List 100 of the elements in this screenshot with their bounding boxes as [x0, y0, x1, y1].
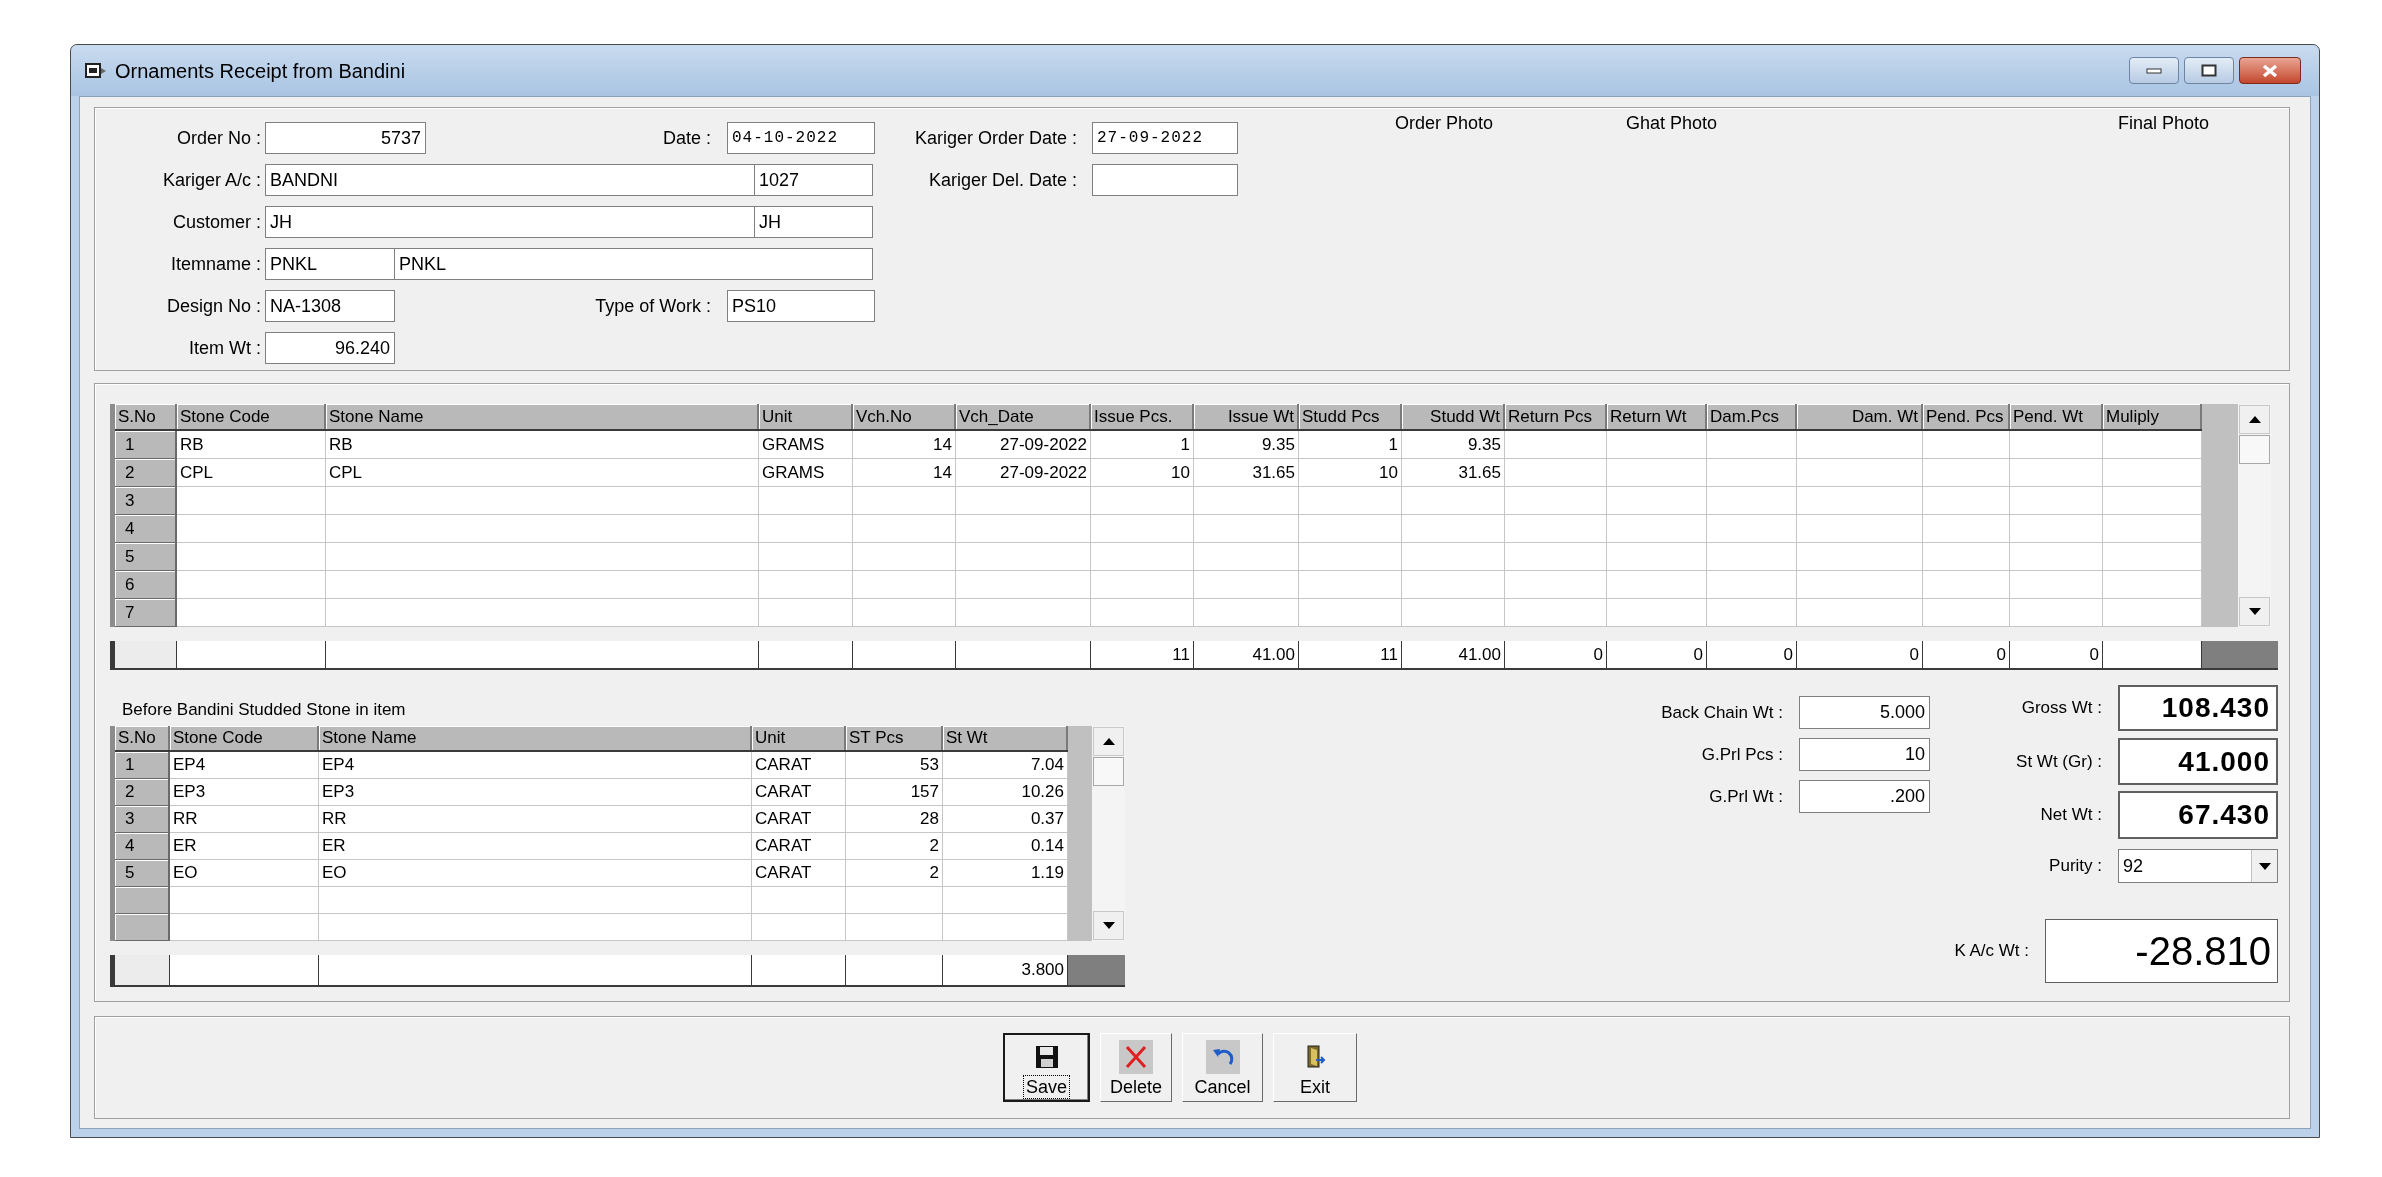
order-number-field[interactable]: 5737: [265, 122, 426, 154]
scroll-up-button[interactable]: [1093, 727, 1124, 756]
table-cell: RR: [319, 806, 752, 833]
row-number: 1: [115, 752, 170, 779]
table-cell: 10: [1091, 459, 1194, 487]
table-cell: 14: [853, 431, 956, 459]
scrollbar[interactable]: [2238, 404, 2271, 627]
maximize-button[interactable]: [2184, 57, 2234, 84]
scroll-down-button[interactable]: [2239, 597, 2270, 626]
table-cell: 1: [1091, 431, 1194, 459]
minimize-icon: [2146, 67, 2162, 74]
column-header[interactable]: ST Pcs: [846, 726, 943, 750]
column-header[interactable]: Stone Code: [177, 404, 326, 429]
total-cell: 41.00: [1194, 641, 1299, 668]
close-icon: [2261, 63, 2279, 78]
dropdown-arrow-icon: [2258, 862, 2271, 870]
column-header[interactable]: Stone Code: [170, 726, 319, 750]
type-of-work-field[interactable]: PS10: [727, 290, 875, 322]
kariger-account-field[interactable]: BANDNI: [265, 164, 755, 196]
scrollbar[interactable]: [1092, 726, 1125, 941]
kariger-order-date-field[interactable]: 27-09-2022: [1092, 122, 1238, 154]
table-cell: CARAT: [752, 752, 846, 779]
maximize-icon: [2201, 64, 2217, 77]
weight-field[interactable]: 5.000: [1799, 696, 1930, 729]
grid-corner: [1068, 955, 1125, 985]
column-header[interactable]: Dam. Wt: [1797, 404, 1923, 429]
column-header[interactable]: Issue Wt: [1194, 404, 1299, 429]
table-cell: RR: [170, 806, 319, 833]
table-cell: EO: [170, 860, 319, 887]
column-header[interactable]: Studd Pcs: [1299, 404, 1402, 429]
column-header[interactable]: Studd Wt: [1402, 404, 1505, 429]
table-cell: EP3: [170, 779, 319, 806]
column-header[interactable]: Return Wt: [1607, 404, 1707, 429]
gross-weight-field[interactable]: 108.430: [2118, 685, 2278, 731]
table-cell: CARAT: [752, 806, 846, 833]
item-name-field[interactable]: PNKL: [395, 248, 873, 280]
total-cell: 0: [1607, 641, 1707, 668]
kariger-delivery-date-field[interactable]: [1092, 164, 1238, 196]
table-cell: EO: [319, 860, 752, 887]
field-label: Purity :: [2049, 855, 2102, 878]
row-number: 5: [115, 860, 170, 887]
column-header[interactable]: St Wt: [943, 726, 1068, 750]
column-header[interactable]: Return Pcs: [1505, 404, 1607, 429]
column-header[interactable]: Dam.Pcs: [1707, 404, 1797, 429]
field-label: G.Prl Wt :: [1708, 785, 1783, 808]
column-header[interactable]: Pend. Wt: [2010, 404, 2103, 429]
scroll-thumb[interactable]: [1093, 757, 1124, 786]
column-header[interactable]: S.No: [115, 726, 170, 750]
table-cell: 27-09-2022: [956, 459, 1091, 487]
close-button[interactable]: [2239, 57, 2301, 84]
column-header[interactable]: Muliply: [2103, 404, 2202, 429]
column-header[interactable]: Unit: [752, 726, 846, 750]
table-cell: ER: [319, 833, 752, 860]
scroll-down-button[interactable]: [1093, 911, 1124, 940]
row-number: 4: [115, 515, 177, 543]
scroll-up-button[interactable]: [2239, 405, 2270, 434]
down-arrow-icon: [2248, 608, 2261, 615]
total-cell: 0: [1707, 641, 1797, 668]
column-header[interactable]: Issue Pcs.: [1091, 404, 1194, 429]
weight-field[interactable]: .200: [1799, 780, 1930, 813]
field-label: Back Chain Wt :: [1660, 701, 1783, 724]
purity-dropdown[interactable]: 92: [2118, 849, 2278, 883]
table-cell: 2: [846, 833, 943, 860]
karigar-account-weight-field[interactable]: -28.810: [2045, 919, 2278, 983]
column-header[interactable]: Unit: [759, 404, 853, 429]
row-number: 5: [115, 543, 177, 571]
total-cell: 0: [2010, 641, 2103, 668]
column-header[interactable]: Vch_Date: [956, 404, 1091, 429]
column-header[interactable]: Vch.No: [853, 404, 956, 429]
delete-button[interactable]: Delete: [1100, 1033, 1172, 1102]
column-header[interactable]: Pend. Pcs: [1923, 404, 2010, 429]
field-label: Gross Wt :: [2021, 697, 2102, 720]
date-field[interactable]: 04-10-2022: [727, 122, 875, 154]
minimize-button[interactable]: [2129, 57, 2179, 84]
item-code-field[interactable]: PNKL: [265, 248, 395, 280]
window-title: Ornaments Receipt from Bandini: [115, 58, 406, 84]
table-cell: 9.35: [1194, 431, 1299, 459]
customer-field[interactable]: JH: [265, 206, 755, 238]
column-header[interactable]: Stone Name: [319, 726, 752, 750]
save-button[interactable]: Save: [1003, 1033, 1090, 1102]
net-weight-field[interactable]: 67.430: [2118, 791, 2278, 839]
table-cell: 9.35: [1402, 431, 1505, 459]
field-label: St Wt (Gr) :: [2016, 750, 2102, 773]
table-cell: CARAT: [752, 833, 846, 860]
design-number-field[interactable]: NA-1308: [265, 290, 395, 322]
weight-field[interactable]: 10: [1799, 738, 1930, 771]
scroll-thumb[interactable]: [2239, 435, 2270, 464]
stone-weight-field[interactable]: 41.000: [2118, 738, 2278, 785]
kariger-code-field[interactable]: 1027: [755, 164, 873, 196]
customer-code-field[interactable]: JH: [755, 206, 873, 238]
table-cell: 157: [846, 779, 943, 806]
column-header[interactable]: Stone Name: [326, 404, 759, 429]
column-header[interactable]: S.No: [115, 404, 177, 429]
cancel-button[interactable]: Cancel: [1182, 1033, 1263, 1102]
total-cell: 11: [1091, 641, 1194, 668]
row-number: 3: [115, 806, 170, 833]
exit-button[interactable]: Exit: [1273, 1033, 1357, 1102]
item-weight-field[interactable]: 96.240: [265, 332, 395, 364]
up-arrow-icon: [2248, 416, 2261, 423]
table-cell: ER: [170, 833, 319, 860]
